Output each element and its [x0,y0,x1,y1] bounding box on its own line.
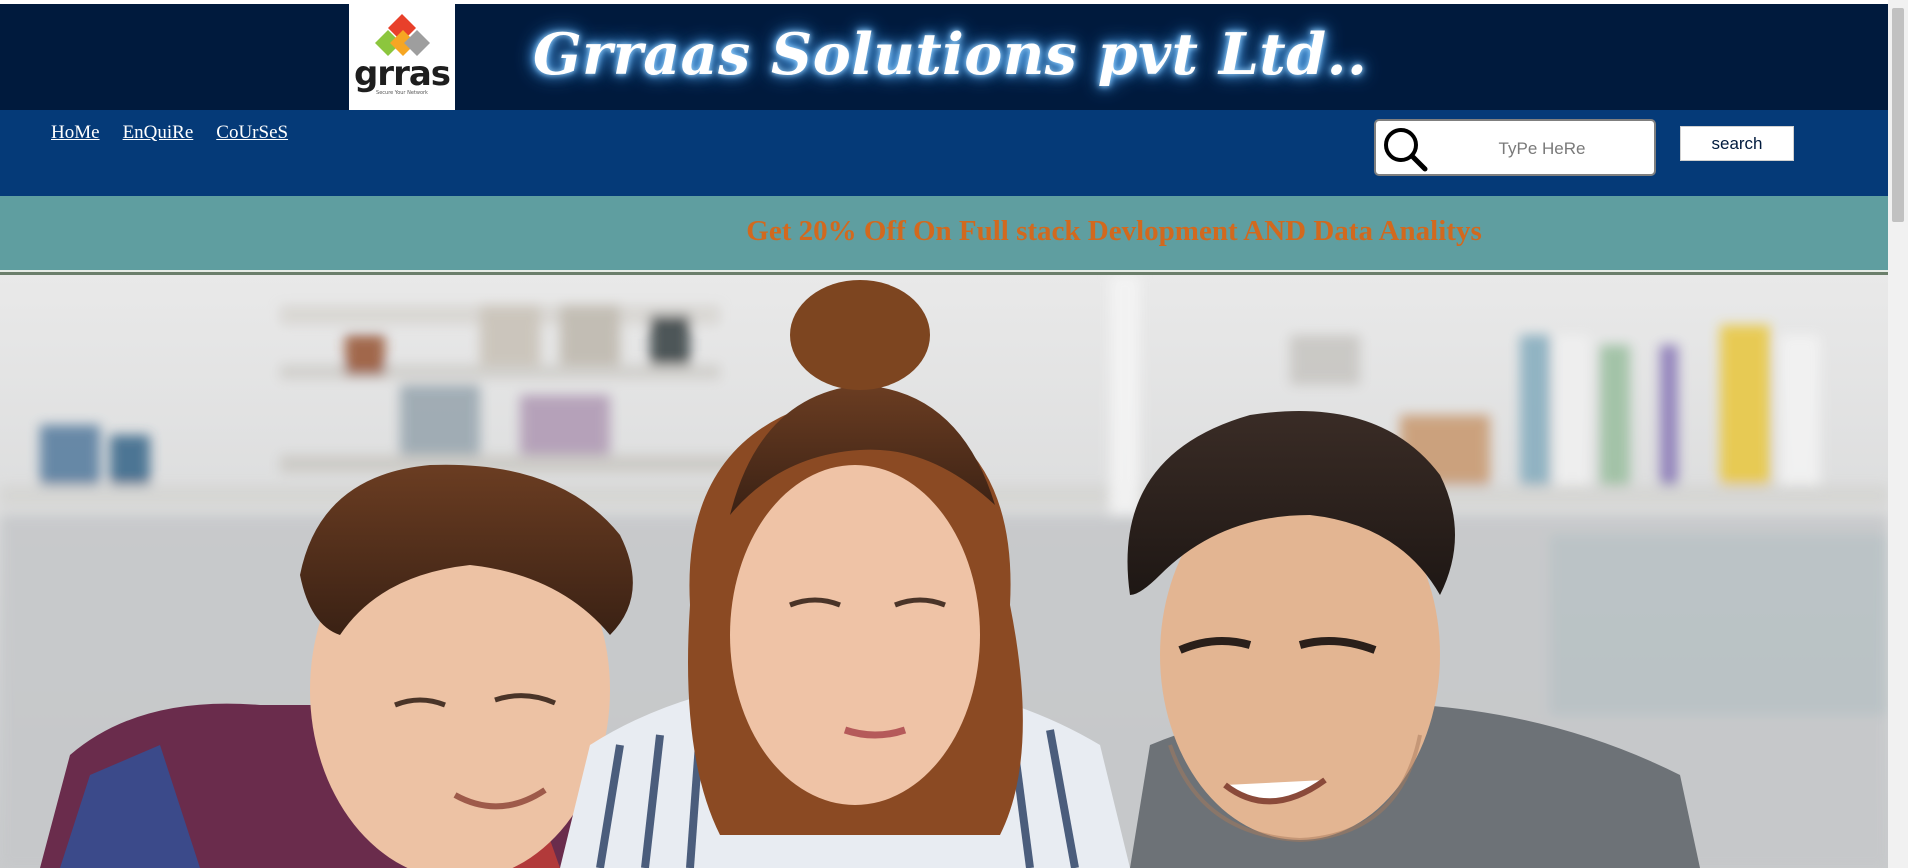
site-title: Grraas Solutions pvt Ltd.. [533,21,1368,88]
scrollbar-thumb[interactable] [1892,8,1904,222]
page: grras Secure Your Network Grraas Solutio… [0,0,1908,868]
search-button[interactable]: search [1680,126,1794,161]
search-input[interactable] [1440,130,1644,168]
logo-tagline: Secure Your Network [376,90,428,96]
nav-link-enquire[interactable]: EnQuiRe [123,122,194,144]
logo[interactable]: grras Secure Your Network [349,4,455,110]
site-header: grras Secure Your Network Grraas Solutio… [0,4,1888,110]
offer-banner: Get 20% Off On Full stack Devlopment AND… [0,196,1888,270]
logo-wordmark: grras [353,54,451,94]
nav-links: HoMe EnQuiRe CoUrSeS [51,122,288,144]
nav-link-courses[interactable]: CoUrSeS [216,122,288,144]
nav-link-home[interactable]: HoMe [51,122,100,144]
search-box[interactable] [1374,119,1656,176]
nav-bar: HoMe EnQuiRe CoUrSeS search [0,110,1888,196]
offer-text: Get 20% Off On Full stack Devlopment AND… [746,215,1482,247]
hero-image [0,275,1888,868]
hero-photo [0,275,1888,868]
page-scrollbar[interactable] [1888,0,1908,868]
search-icon [1384,128,1428,172]
